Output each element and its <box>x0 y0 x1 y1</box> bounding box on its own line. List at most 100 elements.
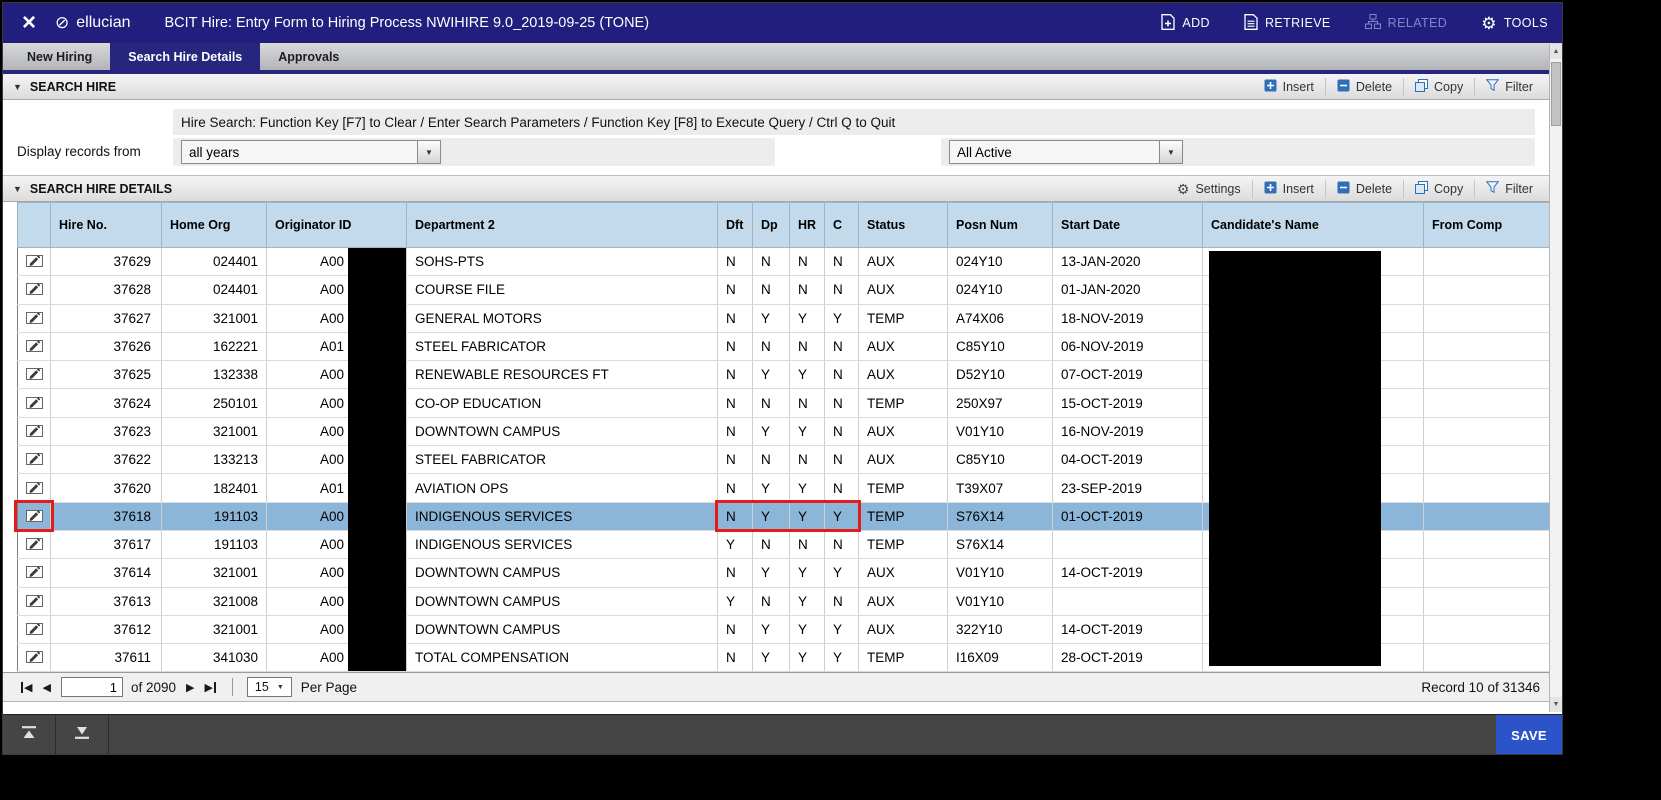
cell-home-org[interactable]: 191103 <box>161 502 267 531</box>
scrollbar-down-button[interactable]: ▼ <box>1550 697 1562 712</box>
cell-home-org[interactable]: 341030 <box>161 643 267 673</box>
cell-dp-flag[interactable]: Y <box>752 417 790 447</box>
column-header[interactable]: HR <box>789 202 825 248</box>
column-header[interactable]: Hire No. <box>50 202 162 248</box>
cell-status[interactable]: AUX <box>858 417 948 447</box>
cell-home-org[interactable]: 321001 <box>161 558 267 588</box>
edit-record-icon[interactable] <box>25 621 43 635</box>
cell-from-comp[interactable] <box>1423 643 1550 673</box>
row-edit-cell[interactable] <box>17 445 51 475</box>
last-page-button[interactable]: ▶ <box>204 681 216 694</box>
years-dropdown[interactable]: all years ▼ <box>181 140 441 164</box>
filter-button[interactable]: Filter <box>1474 77 1544 96</box>
cell-dft-flag[interactable]: N <box>717 502 753 531</box>
cell-from-comp[interactable] <box>1423 388 1550 418</box>
cell-hire-no[interactable]: 37623 <box>50 417 162 447</box>
cell-dft-flag[interactable]: N <box>717 360 753 390</box>
cell-start-date[interactable]: 14-OCT-2019 <box>1052 558 1203 588</box>
cell-dp-flag[interactable]: N <box>752 445 790 475</box>
cell-hr-flag[interactable]: N <box>789 445 825 475</box>
cell-hire-no[interactable]: 37614 <box>50 558 162 588</box>
cell-posn-num[interactable]: V01Y10 <box>947 417 1053 447</box>
cell-home-org[interactable]: 321001 <box>161 615 267 645</box>
column-header[interactable]: Start Date <box>1052 202 1203 248</box>
cell-hire-no[interactable]: 37625 <box>50 360 162 390</box>
cell-start-date[interactable]: 01-OCT-2019 <box>1052 502 1203 531</box>
cell-department[interactable]: DOWNTOWN CAMPUS <box>406 417 718 447</box>
copy-button[interactable]: Copy <box>1403 77 1474 96</box>
cell-status[interactable]: AUX <box>858 615 948 645</box>
cell-c-flag[interactable]: Y <box>824 558 859 588</box>
edit-record-icon[interactable] <box>25 310 43 324</box>
cell-hr-flag[interactable]: Y <box>789 643 825 673</box>
cell-department[interactable]: STEEL FABRICATOR <box>406 332 718 362</box>
scrollbar-up-button[interactable]: ▲ <box>1550 44 1562 59</box>
cell-c-flag[interactable]: N <box>824 360 859 390</box>
column-header[interactable]: From Comp <box>1423 202 1550 248</box>
cell-start-date[interactable]: 18-NOV-2019 <box>1052 304 1203 333</box>
cell-start-date[interactable]: 15-OCT-2019 <box>1052 388 1203 418</box>
cell-hire-no[interactable]: 37629 <box>50 247 162 277</box>
cell-start-date[interactable]: 06-NOV-2019 <box>1052 332 1203 362</box>
tab-approvals[interactable]: Approvals <box>260 43 357 70</box>
edit-record-icon[interactable] <box>25 253 43 268</box>
cell-hire-no[interactable]: 37618 <box>50 502 162 531</box>
cell-hr-flag[interactable]: Y <box>789 417 825 447</box>
copy-button[interactable]: Copy <box>1403 179 1474 198</box>
retrieve-button[interactable]: RETRIEVE <box>1244 13 1331 33</box>
cell-c-flag[interactable]: Y <box>824 502 859 531</box>
cell-dft-flag[interactable]: N <box>717 643 753 673</box>
cell-dft-flag[interactable]: N <box>717 275 753 305</box>
row-edit-cell[interactable] <box>17 502 51 531</box>
cell-dft-flag[interactable]: N <box>717 304 753 333</box>
tab-new-hiring[interactable]: New Hiring <box>9 43 110 70</box>
cell-hire-no[interactable]: 37622 <box>50 445 162 475</box>
settings-button[interactable]: ⚙ Settings <box>1166 180 1252 198</box>
cell-posn-num[interactable]: I16X09 <box>947 643 1053 673</box>
save-button[interactable]: SAVE <box>1496 715 1562 754</box>
cell-c-flag[interactable]: N <box>824 530 859 560</box>
cell-hr-flag[interactable]: Y <box>789 558 825 588</box>
cell-dp-flag[interactable]: Y <box>752 558 790 588</box>
cell-status[interactable]: AUX <box>858 445 948 475</box>
cell-department[interactable]: TOTAL COMPENSATION <box>406 643 718 673</box>
cell-hr-flag[interactable]: N <box>789 275 825 305</box>
cell-start-date[interactable]: 23-SEP-2019 <box>1052 473 1203 503</box>
cell-hr-flag[interactable]: N <box>789 247 825 277</box>
cell-start-date[interactable]: 01-JAN-2020 <box>1052 275 1203 305</box>
cell-hr-flag[interactable]: N <box>789 388 825 418</box>
cell-c-flag[interactable]: Y <box>824 615 859 645</box>
cell-c-flag[interactable]: N <box>824 275 859 305</box>
cell-dp-flag[interactable]: N <box>752 275 790 305</box>
cell-hire-no[interactable]: 37611 <box>50 643 162 673</box>
cell-status[interactable]: AUX <box>858 332 948 362</box>
cell-c-flag[interactable]: Y <box>824 643 859 673</box>
cell-hire-no[interactable]: 37626 <box>50 332 162 362</box>
cell-hire-no[interactable]: 37624 <box>50 388 162 418</box>
cell-c-flag[interactable]: N <box>824 587 859 616</box>
cell-posn-num[interactable]: D52Y10 <box>947 360 1053 390</box>
edit-record-icon[interactable] <box>25 508 43 522</box>
row-edit-cell[interactable] <box>17 388 51 418</box>
cell-status[interactable]: TEMP <box>858 530 948 560</box>
cell-start-date[interactable]: 28-OCT-2019 <box>1052 643 1203 673</box>
cell-department[interactable]: CO-OP EDUCATION <box>406 388 718 418</box>
cell-dft-flag[interactable]: N <box>717 445 753 475</box>
active-dropdown[interactable]: All Active ▼ <box>949 140 1183 164</box>
tab-search-hire-details[interactable]: Search Hire Details <box>110 43 261 70</box>
cell-hire-no[interactable]: 37613 <box>50 587 162 616</box>
cell-status[interactable]: AUX <box>858 558 948 588</box>
cell-from-comp[interactable] <box>1423 417 1550 447</box>
cell-dp-flag[interactable]: N <box>752 247 790 277</box>
cell-status[interactable]: TEMP <box>858 304 948 333</box>
cell-start-date[interactable] <box>1052 587 1203 616</box>
edit-record-icon[interactable] <box>25 564 43 579</box>
cell-c-flag[interactable]: Y <box>824 304 859 333</box>
cell-home-org[interactable]: 321001 <box>161 417 267 447</box>
scroll-to-bottom-button[interactable] <box>56 715 109 754</box>
years-dropdown-button[interactable]: ▼ <box>417 140 441 164</box>
cell-posn-num[interactable]: C85Y10 <box>947 445 1053 475</box>
cell-dp-flag[interactable]: Y <box>752 473 790 503</box>
cell-hr-flag[interactable]: N <box>789 530 825 560</box>
edit-record-icon[interactable] <box>25 480 43 494</box>
